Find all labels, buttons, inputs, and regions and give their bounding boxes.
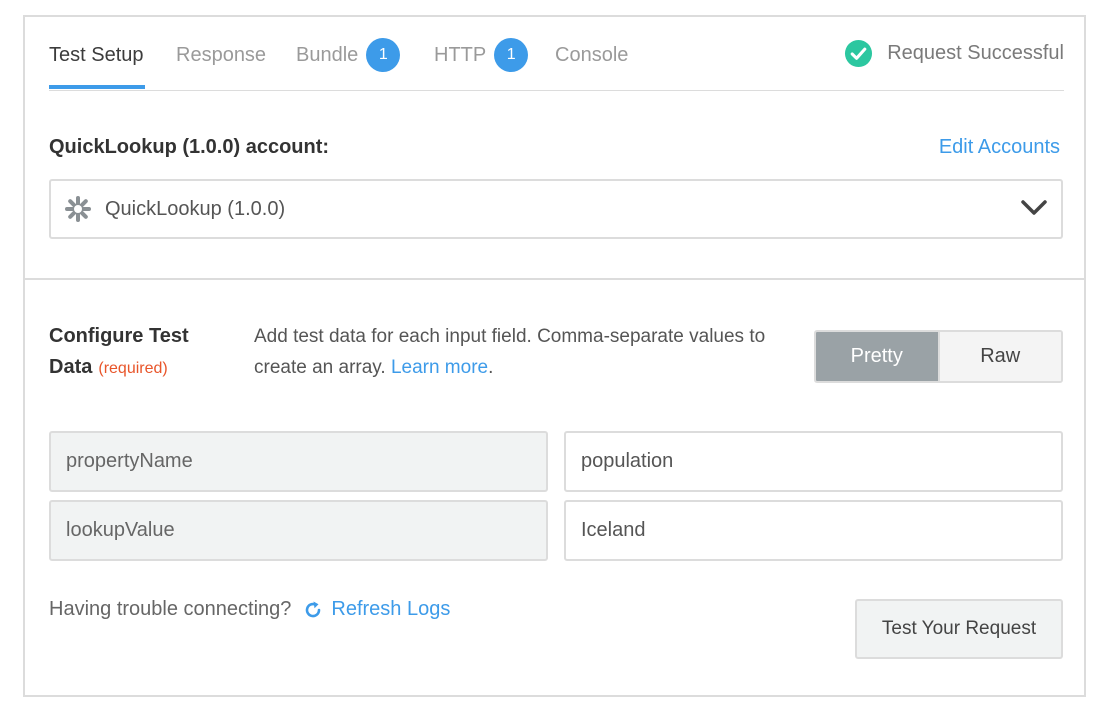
test-request-button[interactable]: Test Your Request: [855, 599, 1063, 659]
required-label: (required): [98, 360, 168, 377]
learn-more-suffix: .: [488, 357, 494, 378]
http-count-badge: 1: [494, 38, 529, 72]
account-select-value: QuickLookup (1.0.0): [105, 197, 286, 220]
tab-console[interactable]: Console: [555, 41, 628, 69]
learn-more-link[interactable]: Learn more: [391, 357, 488, 378]
config-title: Configure Test Data (required): [49, 321, 229, 384]
field-key-input[interactable]: [49, 431, 548, 492]
field-key-input[interactable]: [49, 500, 548, 561]
tab-label: Test Setup: [49, 43, 144, 66]
account-label: QuickLookup (1.0.0) account:: [49, 136, 330, 158]
trouble-message: Having trouble connecting? Refresh Logs: [49, 598, 450, 621]
raw-button[interactable]: Raw: [937, 332, 1061, 381]
field-value-input[interactable]: [564, 431, 1063, 492]
gear-icon: [65, 196, 91, 222]
account-select[interactable]: QuickLookup (1.0.0): [49, 179, 1063, 239]
config-title-line1: Configure Test: [49, 325, 189, 347]
config-description-text: Add test data for each input field. Comm…: [254, 326, 766, 378]
bundle-count-badge: 1: [366, 38, 401, 72]
format-toggle: Pretty Raw: [814, 330, 1063, 383]
refresh-logs-label: Refresh Logs: [331, 598, 451, 620]
test-panel: Test Setup Response Bundle 1 HTTP 1 Cons…: [23, 15, 1086, 697]
refresh-logs-link[interactable]: Refresh Logs: [303, 598, 450, 621]
tab-bundle[interactable]: Bundle 1: [296, 38, 401, 72]
tab-test-setup[interactable]: Test Setup: [49, 41, 144, 69]
edit-accounts-link[interactable]: Edit Accounts: [939, 136, 1060, 159]
tab-label: Bundle: [296, 43, 359, 66]
tab-label: HTTP: [434, 43, 487, 66]
field-value-input[interactable]: [564, 500, 1063, 561]
pretty-button[interactable]: Pretty: [816, 332, 938, 381]
tab-label: Response: [176, 43, 267, 66]
trouble-text: Having trouble connecting?: [49, 598, 292, 620]
active-tab-indicator: [49, 85, 145, 89]
config-title-line2: Data: [49, 356, 93, 378]
config-description: Add test data for each input field. Comm…: [254, 321, 814, 383]
tab-label: Console: [555, 43, 629, 66]
section-divider: [25, 278, 1086, 280]
refresh-icon: [306, 601, 321, 617]
tab-bar: Test Setup Response Bundle 1 HTTP 1 Cons…: [49, 17, 1064, 91]
tab-http[interactable]: HTTP 1: [434, 38, 529, 72]
chevron-down-icon: [1021, 200, 1047, 215]
tab-response[interactable]: Response: [176, 41, 266, 69]
status-text: Request Successful: [887, 42, 1064, 64]
check-circle-icon: [845, 39, 873, 68]
request-status: Request Successful: [844, 39, 1064, 68]
